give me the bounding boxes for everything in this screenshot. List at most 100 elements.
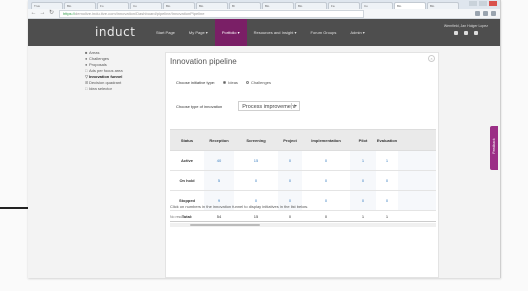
column-header: Reception — [209, 137, 229, 143]
radio-challenges-label: Challenges — [250, 80, 271, 85]
nav-admin[interactable]: Admin ▾ — [343, 19, 371, 46]
window-controls — [469, 1, 497, 6]
row-label: On hold — [179, 178, 195, 183]
browser-tab[interactable]: Trus — [31, 2, 63, 9]
notification-icon[interactable] — [453, 31, 458, 35]
user-area: Wernfield, Jan Holger Lopez — [444, 24, 488, 35]
column-header: Implementation — [311, 137, 341, 143]
column-header: Screening — [246, 137, 266, 143]
radio-ideas-label: Ideas — [228, 80, 238, 85]
column-header: Project — [283, 137, 297, 143]
browser-tab[interactable]: Blo — [262, 2, 294, 9]
nav-my-page[interactable]: My Page ▾ — [182, 19, 215, 46]
count-link[interactable]: 0 — [302, 191, 350, 210]
total-value: 15 — [253, 213, 259, 219]
total-value: 0 — [324, 213, 328, 219]
count-link[interactable]: 0 — [302, 171, 350, 190]
app-logo[interactable]: induct — [95, 25, 135, 39]
funnel-hint-text: Click on numbers in the innovation funne… — [170, 204, 309, 209]
minimize-icon[interactable] — [469, 1, 477, 6]
count-link[interactable]: 0 — [376, 171, 398, 190]
count-link[interactable]: 0 — [234, 171, 278, 190]
sidebar-item-label: Ads per focus area — [89, 68, 123, 73]
logout-icon[interactable] — [473, 31, 478, 35]
count-link[interactable]: 15 — [234, 151, 278, 170]
page-content: ■ Areas ● Challenges ● Proposals □ Ads per f… — [28, 46, 500, 278]
initiative-type-label: Choose initiative type: — [176, 80, 216, 85]
horizontal-scrollbar[interactable] — [170, 223, 436, 227]
sidebar-item-label: Proposals — [89, 62, 107, 67]
nav-start-page[interactable]: Start Page — [149, 19, 182, 46]
header-icons — [444, 31, 488, 35]
browser-tab[interactable]: Fa — [328, 2, 360, 9]
scrollbar-thumb[interactable] — [190, 224, 260, 226]
pipeline-table: Status Reception Screening Project Imple… — [170, 129, 436, 227]
count-link[interactable]: 0 — [278, 151, 302, 170]
page-title: Innovation pipeline — [170, 57, 237, 66]
count-link[interactable] — [398, 171, 436, 190]
total-value: 1 — [385, 213, 389, 219]
user-name[interactable]: Wernfield, Jan Holger Lopez — [444, 24, 488, 28]
table-row: Active 40 15 0 0 1 1 — [170, 151, 436, 171]
menu-icon[interactable] — [491, 11, 496, 16]
column-header: Pilot — [358, 137, 368, 143]
extension-icon[interactable] — [483, 11, 488, 16]
total-value: 0 — [288, 213, 292, 219]
sidebar-item-idea-selector[interactable]: □ Idea selector — [85, 86, 155, 92]
sidebar-item-label: Decision quadrant — [89, 80, 122, 85]
radio-challenges[interactable]: Challenges — [245, 80, 271, 85]
toolbar-extensions — [475, 11, 496, 16]
count-link[interactable]: 0 — [278, 171, 302, 190]
browser-tab[interactable]: Blo — [196, 2, 228, 9]
sidebar-item-label: Areas — [89, 50, 100, 55]
star-icon[interactable] — [475, 11, 480, 16]
sidebar-item-label: Innovation funnel — [89, 74, 123, 79]
address-bar[interactable]: https://demolive.indu.tive.com/innovatio… — [59, 9, 364, 18]
innovation-type-value: Process improvement — [242, 104, 296, 110]
nav-portfolio[interactable]: Portfolio ▾ — [214, 19, 247, 46]
initiative-type-row: Choose initiative type: Ideas Challenges — [176, 80, 271, 85]
maximize-icon[interactable] — [479, 1, 487, 6]
nav-resources[interactable]: Resources and Insight ▾ — [247, 19, 304, 46]
browser-tab[interactable]: Blo — [64, 2, 96, 9]
back-arrow-icon[interactable]: ← — [30, 10, 37, 17]
close-icon[interactable]: × — [428, 55, 435, 62]
count-link[interactable]: 0 — [350, 171, 376, 190]
browser-tab-active[interactable]: Blo — [394, 2, 426, 9]
feedback-tab[interactable]: Feedback — [490, 126, 498, 170]
count-link[interactable] — [398, 151, 436, 170]
browser-tab[interactable]: Blo — [427, 2, 459, 9]
total-value: 1 — [361, 213, 365, 219]
total-value — [398, 211, 436, 221]
sidebar: ■ Areas ● Challenges ● Proposals □ Ads per f… — [85, 50, 155, 92]
innovation-type-label: Choose type of innovation — [176, 103, 223, 109]
browser-tab[interactable]: Fo — [97, 2, 129, 9]
count-link[interactable]: 0 — [350, 191, 376, 210]
browser-tab[interactable]: Blo — [163, 2, 195, 9]
forward-arrow-icon[interactable]: → — [39, 10, 46, 17]
browser-tab[interactable]: Co — [130, 2, 162, 9]
count-link[interactable]: 0 — [376, 191, 398, 210]
count-link[interactable]: 1 — [376, 151, 398, 170]
app-header: induct Start Page My Page ▾ Portfolio ▾ … — [28, 19, 500, 46]
table-row: On hold 5 0 0 0 0 0 — [170, 171, 436, 191]
browser-tab[interactable]: Blo — [295, 2, 327, 9]
no-results-text: No results — [170, 215, 186, 219]
count-link[interactable] — [398, 191, 436, 210]
count-link[interactable]: 0 — [302, 151, 350, 170]
innovation-type-select[interactable]: Process improvement ▾ — [238, 101, 301, 111]
radio-ideas[interactable]: Ideas — [223, 80, 238, 85]
column-header: Evaluation — [376, 137, 398, 143]
radio-selected-icon — [223, 81, 227, 84]
browser-tab[interactable]: Co — [361, 2, 393, 9]
count-link[interactable]: 1 — [350, 151, 376, 170]
browser-tab[interactable]: Br — [229, 2, 261, 9]
total-value: 54 — [216, 213, 222, 219]
count-link[interactable]: 40 — [204, 151, 234, 170]
close-icon[interactable] — [489, 1, 497, 6]
table-header: Status Reception Screening Project Imple… — [170, 129, 436, 151]
reload-icon[interactable]: ↻ — [48, 10, 55, 17]
nav-forum-groups[interactable]: Forum Groups — [304, 19, 344, 46]
settings-icon[interactable] — [463, 31, 468, 35]
count-link[interactable]: 5 — [204, 171, 234, 190]
